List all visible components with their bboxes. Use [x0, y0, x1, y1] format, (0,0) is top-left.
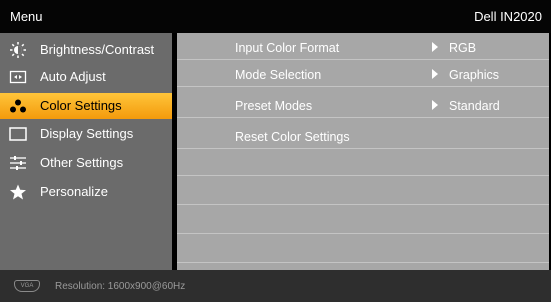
submenu-value: Standard	[449, 99, 500, 113]
submenu-row-empty	[177, 151, 549, 176]
monitor-model: Dell IN2020	[474, 9, 542, 24]
main-menu: Brightness/Contrast Auto Adjust Color Se…	[0, 33, 172, 270]
menu-item-label: Personalize	[40, 184, 108, 199]
star-icon	[9, 184, 27, 200]
arrow-right-icon	[432, 69, 438, 79]
menu-item-label: Brightness/Contrast	[40, 42, 155, 57]
submenu-row-empty	[177, 180, 549, 205]
menu-item-brightness-contrast[interactable]: Brightness/Contrast	[0, 37, 172, 63]
menu-item-label: Color Settings	[40, 98, 122, 113]
menu-item-label: Display Settings	[40, 126, 134, 141]
auto-adjust-icon	[9, 69, 27, 85]
submenu-value: Graphics	[449, 68, 500, 82]
menu-title: Menu	[10, 9, 43, 24]
vga-connector-icon: VGA	[14, 280, 40, 292]
submenu-row-empty	[177, 238, 549, 263]
status-bar: VGA Resolution: 1600x900@60Hz	[0, 270, 551, 302]
submenu-label: Input Color Format	[235, 41, 340, 55]
menu-item-label: Auto Adjust	[40, 69, 106, 84]
submenu-label: Reset Color Settings	[235, 130, 350, 144]
osd-menu: Menu Dell IN2020 Brightness/Contrast Aut…	[0, 0, 551, 302]
submenu-row-preset-modes[interactable]: Preset Modes Standard	[177, 93, 549, 118]
brightness-icon	[9, 42, 27, 58]
other-settings-icon	[9, 155, 27, 171]
osd-header: Menu Dell IN2020	[0, 0, 551, 33]
submenu-label: Preset Modes	[235, 99, 313, 113]
color-settings-submenu: Input Color Format RGB Mode Selection Gr…	[177, 33, 549, 270]
submenu-label: Mode Selection	[235, 68, 322, 82]
arrow-right-icon	[432, 100, 438, 110]
color-settings-icon	[9, 98, 27, 114]
arrow-right-icon	[432, 42, 438, 52]
menu-item-auto-adjust[interactable]: Auto Adjust	[0, 64, 172, 90]
submenu-row-mode-selection[interactable]: Mode Selection Graphics	[177, 62, 549, 87]
menu-item-other-settings[interactable]: Other Settings	[0, 150, 172, 176]
resolution-readout: Resolution: 1600x900@60Hz	[55, 281, 186, 292]
submenu-row-input-color-format[interactable]: Input Color Format RGB	[177, 35, 549, 60]
display-settings-icon	[9, 126, 27, 142]
submenu-row-empty	[177, 209, 549, 234]
menu-item-personalize[interactable]: Personalize	[0, 179, 172, 205]
submenu-value: RGB	[449, 41, 477, 55]
menu-item-color-settings[interactable]: Color Settings	[0, 93, 172, 119]
menu-item-label: Other Settings	[40, 155, 124, 170]
submenu-row-reset-color-settings[interactable]: Reset Color Settings	[177, 124, 549, 149]
menu-item-display-settings[interactable]: Display Settings	[0, 121, 172, 147]
